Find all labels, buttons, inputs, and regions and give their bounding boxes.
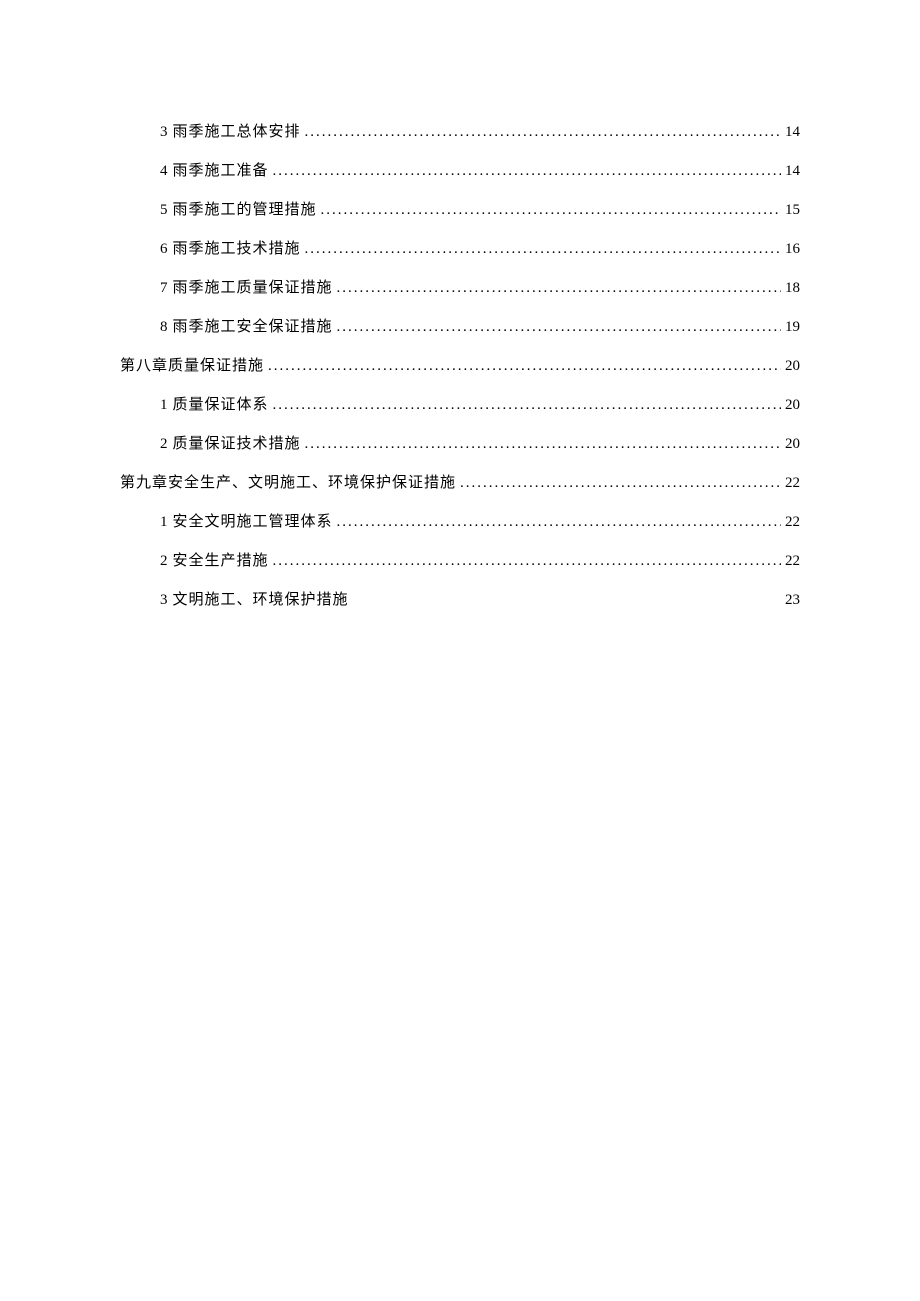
toc-leader-dots — [305, 436, 781, 453]
toc-text: 第八章质量保证措施 — [120, 358, 264, 374]
toc-page-number: 16 — [785, 241, 800, 258]
toc-label: 第九章安全生产、文明施工、环境保护保证措施 — [120, 471, 456, 492]
toc-number: 6 — [160, 241, 169, 257]
toc-page-number: 18 — [785, 280, 800, 297]
toc-text: 雨季施工技术措施 — [173, 241, 301, 257]
toc-page-number: 15 — [785, 202, 800, 219]
toc-container: 3雨季施工总体安排144雨季施工准备145雨季施工的管理措施156雨季施工技术措… — [120, 120, 800, 609]
toc-leader-dots — [305, 124, 781, 141]
toc-page-number: 23 — [785, 592, 800, 609]
toc-label: 3雨季施工总体安排 — [160, 120, 301, 141]
toc-entry: 2安全生产措施 22 — [120, 549, 800, 570]
toc-page-number: 14 — [785, 124, 800, 141]
toc-entry: 3文明施工、环境保护措施 23 — [120, 588, 800, 609]
toc-entry: 7雨季施工质量保证措施 18 — [120, 276, 800, 297]
toc-page-number: 14 — [785, 163, 800, 180]
toc-label: 2安全生产措施 — [160, 549, 269, 570]
toc-number: 3 — [160, 592, 169, 608]
toc-text: 雨季施工安全保证措施 — [173, 319, 333, 335]
toc-page-number: 19 — [785, 319, 800, 336]
toc-text: 质量保证技术措施 — [173, 436, 301, 452]
toc-label: 8雨季施工安全保证措施 — [160, 315, 333, 336]
toc-page-number: 20 — [785, 436, 800, 453]
toc-text: 安全生产措施 — [173, 553, 269, 569]
toc-label: 第八章质量保证措施 — [120, 354, 264, 375]
toc-label: 6雨季施工技术措施 — [160, 237, 301, 258]
toc-label: 4雨季施工准备 — [160, 159, 269, 180]
toc-leader-dots — [337, 319, 781, 336]
toc-entry: 5雨季施工的管理措施 15 — [120, 198, 800, 219]
toc-entry: 6雨季施工技术措施 16 — [120, 237, 800, 258]
toc-text: 质量保证体系 — [173, 397, 269, 413]
toc-leader-dots — [273, 397, 781, 414]
toc-page-number: 22 — [785, 553, 800, 570]
toc-leader-dots — [321, 202, 781, 219]
toc-entry: 4雨季施工准备 14 — [120, 159, 800, 180]
toc-number: 7 — [160, 280, 169, 296]
toc-text: 雨季施工准备 — [173, 163, 269, 179]
toc-entry: 8雨季施工安全保证措施 19 — [120, 315, 800, 336]
toc-number: 4 — [160, 163, 169, 179]
toc-label: 3文明施工、环境保护措施 — [160, 588, 349, 609]
toc-label: 7雨季施工质量保证措施 — [160, 276, 333, 297]
toc-number: 2 — [160, 553, 169, 569]
toc-entry: 1质量保证体系 20 — [120, 393, 800, 414]
toc-number: 1 — [160, 397, 169, 413]
toc-page-number: 22 — [785, 475, 800, 492]
toc-text: 第九章安全生产、文明施工、环境保护保证措施 — [120, 475, 456, 491]
toc-leader-dots — [337, 514, 781, 531]
toc-number: 5 — [160, 202, 169, 218]
toc-entry: 2质量保证技术措施 20 — [120, 432, 800, 453]
toc-label: 1质量保证体系 — [160, 393, 269, 414]
toc-leader-dots — [460, 475, 781, 492]
toc-number: 8 — [160, 319, 169, 335]
toc-leader-dots — [273, 553, 781, 570]
toc-label: 5雨季施工的管理措施 — [160, 198, 317, 219]
toc-page-number: 20 — [785, 358, 800, 375]
toc-number: 1 — [160, 514, 169, 530]
toc-text: 文明施工、环境保护措施 — [173, 592, 349, 608]
toc-leader-dots — [305, 241, 781, 258]
toc-text: 安全文明施工管理体系 — [173, 514, 333, 530]
toc-label: 2质量保证技术措施 — [160, 432, 301, 453]
toc-number: 3 — [160, 124, 169, 140]
toc-text: 雨季施工的管理措施 — [173, 202, 317, 218]
toc-leader-dots — [273, 163, 781, 180]
toc-label: 1安全文明施工管理体系 — [160, 510, 333, 531]
toc-entry: 第八章质量保证措施 20 — [120, 354, 800, 375]
toc-entry: 第九章安全生产、文明施工、环境保护保证措施 22 — [120, 471, 800, 492]
toc-page-number: 22 — [785, 514, 800, 531]
toc-text: 雨季施工总体安排 — [173, 124, 301, 140]
toc-entry: 3雨季施工总体安排 14 — [120, 120, 800, 141]
toc-leader-dots — [268, 358, 781, 375]
toc-number: 2 — [160, 436, 169, 452]
toc-leader-dots — [337, 280, 781, 297]
toc-page-number: 20 — [785, 397, 800, 414]
toc-entry: 1安全文明施工管理体系 22 — [120, 510, 800, 531]
toc-text: 雨季施工质量保证措施 — [173, 280, 333, 296]
